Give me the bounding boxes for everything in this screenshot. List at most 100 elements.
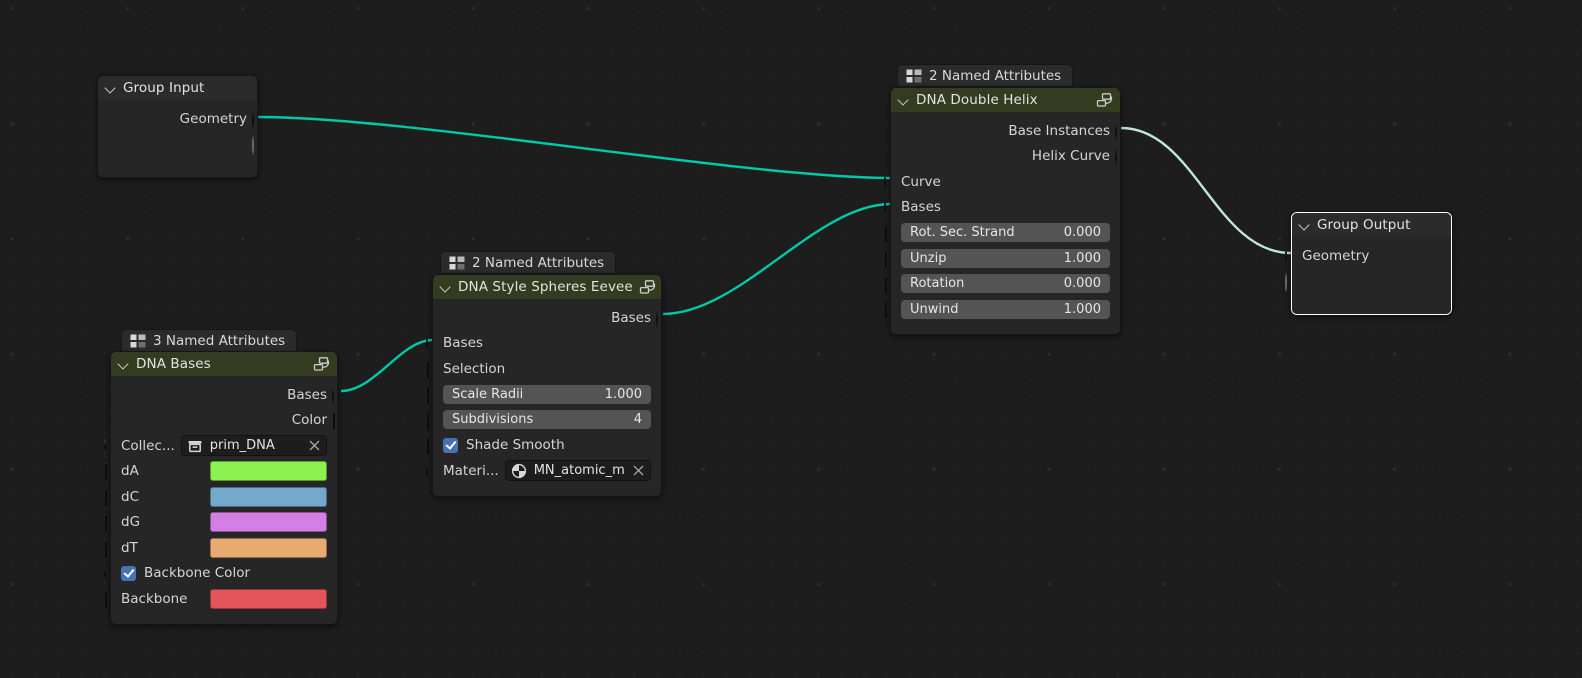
input-label-curve: Curve <box>901 173 941 190</box>
socket-input-backbone[interactable] <box>104 591 117 610</box>
input-label-material: Materi... <box>443 462 499 479</box>
value-field-rotation[interactable]: Rotation 0.000 <box>901 274 1110 294</box>
socket-output-base-instances[interactable] <box>1114 123 1128 142</box>
socket-input-dc[interactable] <box>104 489 117 508</box>
material-field[interactable]: MN_atomic_m... <box>504 460 651 482</box>
input-row-backbone-color: Backbone Color <box>103 561 337 587</box>
input-label-backbone-color: Backbone Color <box>144 565 251 582</box>
collection-field[interactable]: prim_DNA <box>180 435 327 457</box>
clear-material-icon[interactable] <box>632 464 645 477</box>
input-row-rotation: Rotation 0.000 <box>885 271 1120 297</box>
node-title: DNA Style Spheres Eevee <box>458 279 633 295</box>
node-dna-bases[interactable]: DNA Bases Bases Color Collec... prim_DNA… <box>103 351 338 625</box>
input-row-material: Materi... MN_atomic_m... <box>425 458 661 484</box>
socket-output-helix-curve[interactable] <box>1114 148 1128 167</box>
node-header-dna-style-spheres[interactable]: DNA Style Spheres Eevee <box>433 275 661 299</box>
collapse-chevron-icon[interactable] <box>898 94 910 106</box>
clear-collection-icon[interactable] <box>308 439 321 452</box>
value-label-unzip: Unzip <box>910 250 947 266</box>
input-row-backbone: Backbone <box>105 586 337 612</box>
socket-output-virtual[interactable] <box>251 136 265 154</box>
socket-input-scale-radii[interactable] <box>426 386 439 405</box>
material-icon <box>511 463 526 478</box>
color-swatch-backbone[interactable] <box>210 588 327 609</box>
value-field-unwind[interactable]: Unwind 1.000 <box>901 299 1110 319</box>
socket-output-color[interactable] <box>332 412 345 431</box>
socket-input-bases[interactable] <box>883 199 897 218</box>
socket-input-curve[interactable] <box>883 174 897 193</box>
socket-output-geometry[interactable] <box>251 111 265 130</box>
socket-input-bases[interactable] <box>425 335 439 354</box>
value-label-rotation: Rotation <box>910 276 965 292</box>
socket-input-geometry[interactable] <box>1284 248 1298 267</box>
checkbox-backbone-color[interactable] <box>121 565 136 581</box>
value-field-unzip[interactable]: Unzip 1.000 <box>901 248 1110 268</box>
value-field-scale-radii[interactable]: Scale Radii 1.000 <box>443 384 651 404</box>
value-field-rot-sec-strand[interactable]: Rot. Sec. Strand 0.000 <box>901 223 1110 243</box>
node-header-dna-bases[interactable]: DNA Bases <box>111 352 337 376</box>
node-group-input[interactable]: Group Input Geometry <box>97 75 258 178</box>
socket-input-unzip[interactable] <box>884 250 897 269</box>
named-attributes-icon <box>906 69 922 82</box>
socket-input-rotation[interactable] <box>884 276 897 295</box>
socket-input-collection[interactable] <box>103 438 117 457</box>
checkbox-shade-smooth[interactable] <box>443 437 458 453</box>
value-number-scale-radii: 1.000 <box>604 386 642 402</box>
input-row-dt: dT <box>105 535 337 561</box>
value-label-scale-radii: Scale Radii <box>452 386 524 402</box>
socket-input-dg[interactable] <box>104 514 117 533</box>
input-label-shade-smooth: Shade Smooth <box>466 437 565 454</box>
socket-input-backbone-color[interactable] <box>103 565 117 584</box>
input-row-virtual <box>1284 269 1451 293</box>
color-swatch-da[interactable] <box>210 461 327 482</box>
socket-input-dt[interactable] <box>104 540 117 559</box>
socket-input-selection[interactable] <box>426 361 439 380</box>
socket-input-unwind[interactable] <box>884 301 897 320</box>
link-group-input-to-curve <box>257 115 891 180</box>
node-group-output[interactable]: Group Output Geometry <box>1284 212 1452 315</box>
value-number-subdivisions: 4 <box>633 412 642 428</box>
socket-input-material[interactable] <box>425 463 439 482</box>
node-header-group-input[interactable]: Group Input <box>98 76 257 100</box>
color-swatch-dt[interactable] <box>210 537 327 558</box>
node-editor-canvas[interactable]: Group Input Geometry 3 Named Attributes … <box>0 0 1582 678</box>
output-row-bases: Bases <box>111 382 337 408</box>
node-header-dna-double-helix[interactable]: DNA Double Helix <box>891 88 1120 112</box>
input-row-scale-radii: Scale Radii 1.000 <box>427 382 661 408</box>
color-swatch-dg[interactable] <box>210 512 327 533</box>
node-header-group-output[interactable]: Group Output <box>1292 213 1451 237</box>
input-row-collection: Collec... prim_DNA <box>103 433 337 459</box>
collection-icon <box>188 440 202 452</box>
socket-input-shade-smooth[interactable] <box>426 437 439 456</box>
input-label-dc: dC <box>121 488 139 505</box>
node-group-link-icon[interactable] <box>1096 92 1113 108</box>
socket-input-rot-sec-strand[interactable] <box>884 225 897 244</box>
collapse-chevron-icon[interactable] <box>440 281 452 293</box>
color-swatch-dc[interactable] <box>210 486 327 507</box>
collapse-chevron-icon[interactable] <box>105 82 117 94</box>
output-row-helix-curve: Helix Curve <box>891 144 1120 170</box>
input-label-bases: Bases <box>443 335 483 352</box>
node-dna-style-spheres-eevee[interactable]: DNA Style Spheres Eevee Bases Bases Sele… <box>425 274 662 497</box>
socket-output-bases[interactable] <box>655 310 669 329</box>
link-spheres-to-helix-bases <box>662 202 891 316</box>
node-group-link-icon[interactable] <box>639 279 656 295</box>
socket-input-virtual[interactable] <box>1284 273 1298 291</box>
socket-input-subdivisions[interactable] <box>426 412 439 431</box>
node-title: Group Input <box>123 80 205 96</box>
input-label-da: dA <box>121 463 139 480</box>
value-field-subdivisions[interactable]: Subdivisions 4 <box>443 410 651 430</box>
output-row-bases: Bases <box>433 305 661 331</box>
socket-input-da[interactable] <box>104 463 117 482</box>
value-number-rot-sec-strand: 0.000 <box>1063 225 1101 241</box>
collapse-chevron-icon[interactable] <box>118 358 130 370</box>
socket-output-bases[interactable] <box>331 387 345 406</box>
input-row-dc: dC <box>105 484 337 510</box>
output-row-virtual <box>98 132 257 156</box>
node-group-link-icon[interactable] <box>313 356 330 372</box>
collapse-chevron-icon[interactable] <box>1299 219 1311 231</box>
input-row-unzip: Unzip 1.000 <box>885 246 1120 272</box>
node-dna-double-helix[interactable]: DNA Double Helix Base Instances Helix Cu… <box>883 87 1121 335</box>
output-label-base-instances: Base Instances <box>1008 122 1110 139</box>
node-body-dna-style-spheres: Bases Bases Selection Scale Radii 1.000 … <box>425 299 661 496</box>
